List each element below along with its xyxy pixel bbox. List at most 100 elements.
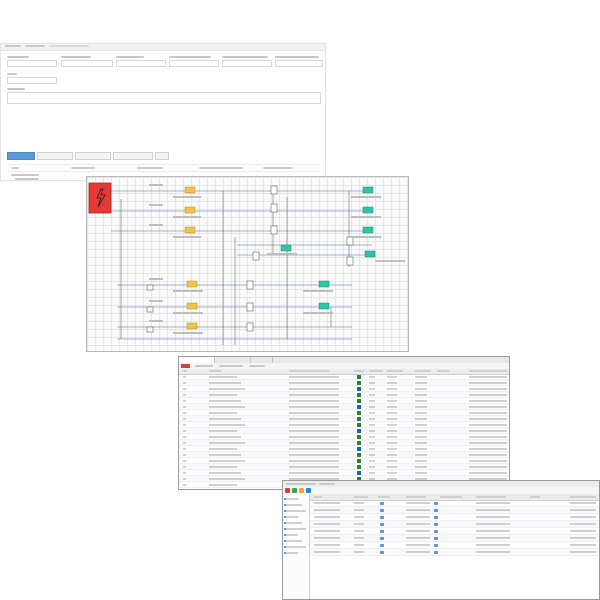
- status-swatch: [357, 465, 361, 469]
- status-swatch: [357, 375, 361, 379]
- actual-date-field[interactable]: [275, 60, 323, 67]
- property-row[interactable]: [310, 521, 599, 528]
- breadcrumb[interactable]: [25, 45, 45, 47]
- status-swatch: [357, 381, 361, 385]
- toolbar-item[interactable]: [219, 365, 243, 367]
- status-swatch: [357, 417, 361, 421]
- table-divider: [7, 164, 321, 165]
- tree-node[interactable]: [286, 504, 302, 506]
- date-to-field[interactable]: [116, 60, 166, 67]
- field-label: [116, 56, 144, 58]
- checkbox[interactable]: [380, 509, 384, 512]
- field-label: [7, 88, 25, 90]
- toolbar-item[interactable]: [249, 365, 265, 367]
- delete-icon[interactable]: [285, 488, 290, 493]
- checkbox[interactable]: [434, 516, 438, 519]
- tab[interactable]: [75, 152, 111, 160]
- tree-node[interactable]: [286, 546, 306, 548]
- checkbox[interactable]: [434, 537, 438, 540]
- property-row[interactable]: [310, 549, 599, 556]
- tree-node[interactable]: [286, 522, 302, 524]
- breadcrumb[interactable]: [5, 45, 21, 47]
- status-swatch: [357, 429, 361, 433]
- tab[interactable]: [113, 152, 153, 160]
- field-label: [7, 73, 17, 75]
- property-row[interactable]: [310, 514, 599, 521]
- planned-end-field[interactable]: [222, 60, 272, 67]
- status-swatch: [357, 405, 361, 409]
- checkbox[interactable]: [380, 530, 384, 533]
- property-row[interactable]: [310, 507, 599, 514]
- column-header: [137, 167, 163, 169]
- column-header: [71, 167, 95, 169]
- grid-diagram-window[interactable]: [86, 176, 409, 352]
- properties-grid: [310, 494, 599, 599]
- status-swatch: [357, 399, 361, 403]
- tab[interactable]: [286, 483, 316, 485]
- transformer-nodes[interactable]: [184, 186, 198, 330]
- date-from-field[interactable]: [61, 60, 113, 67]
- properties-window: [282, 480, 600, 600]
- column-header: [199, 167, 243, 169]
- checkbox[interactable]: [380, 551, 384, 554]
- toolbar-item[interactable]: [195, 365, 213, 367]
- status-swatch: [357, 447, 361, 451]
- breadcrumb: [49, 45, 89, 47]
- save-icon[interactable]: [306, 488, 311, 493]
- checkbox[interactable]: [434, 523, 438, 526]
- checkbox[interactable]: [434, 544, 438, 547]
- description-textarea[interactable]: [7, 92, 321, 104]
- checkbox[interactable]: [434, 502, 438, 505]
- edit-icon[interactable]: [299, 488, 304, 493]
- tab[interactable]: [37, 152, 73, 160]
- tree-row[interactable]: [15, 178, 39, 180]
- tree-node[interactable]: [286, 540, 302, 542]
- table-body: [179, 374, 509, 488]
- column-header: [11, 167, 19, 169]
- checkbox[interactable]: [434, 551, 438, 554]
- status-swatch: [357, 459, 361, 463]
- checkbox[interactable]: [434, 530, 438, 533]
- tab[interactable]: [155, 152, 169, 160]
- property-row[interactable]: [310, 542, 599, 549]
- status-swatch: [357, 471, 361, 475]
- checkbox[interactable]: [380, 502, 384, 505]
- checkbox[interactable]: [380, 523, 384, 526]
- tree-node[interactable]: [286, 516, 298, 518]
- tab[interactable]: [319, 483, 335, 485]
- grid-diagram-canvas[interactable]: [87, 177, 409, 352]
- status-select[interactable]: [7, 77, 57, 84]
- tree-node[interactable]: [286, 534, 298, 536]
- status-swatch: [357, 423, 361, 427]
- property-row[interactable]: [310, 535, 599, 542]
- status-swatch: [357, 387, 361, 391]
- property-row[interactable]: [310, 500, 599, 507]
- column-header: [263, 167, 293, 169]
- field-label: [61, 56, 91, 58]
- field-label: [275, 56, 319, 58]
- bus-lines: [111, 190, 372, 340]
- checkbox[interactable]: [380, 516, 384, 519]
- planned-start-field[interactable]: [169, 60, 219, 67]
- tree-node[interactable]: [286, 510, 306, 512]
- checkbox[interactable]: [380, 544, 384, 547]
- field-label: [7, 56, 29, 58]
- field-label: [222, 56, 268, 58]
- tree-node[interactable]: [286, 552, 298, 554]
- switch-nodes[interactable]: [146, 185, 354, 333]
- stop-button[interactable]: [181, 364, 190, 368]
- checkbox[interactable]: [380, 537, 384, 540]
- checkbox[interactable]: [434, 509, 438, 512]
- table-divider: [7, 171, 321, 172]
- tree-node[interactable]: [286, 528, 306, 530]
- tab-bar: [7, 152, 169, 160]
- tree-row[interactable]: [11, 174, 39, 176]
- status-swatch: [357, 393, 361, 397]
- tab-active[interactable]: [7, 152, 35, 160]
- property-row[interactable]: [310, 528, 599, 535]
- add-icon[interactable]: [292, 488, 297, 493]
- status-swatch: [357, 435, 361, 439]
- object-field[interactable]: [7, 60, 57, 67]
- tree-node[interactable]: [286, 498, 298, 500]
- status-swatch: [357, 453, 361, 457]
